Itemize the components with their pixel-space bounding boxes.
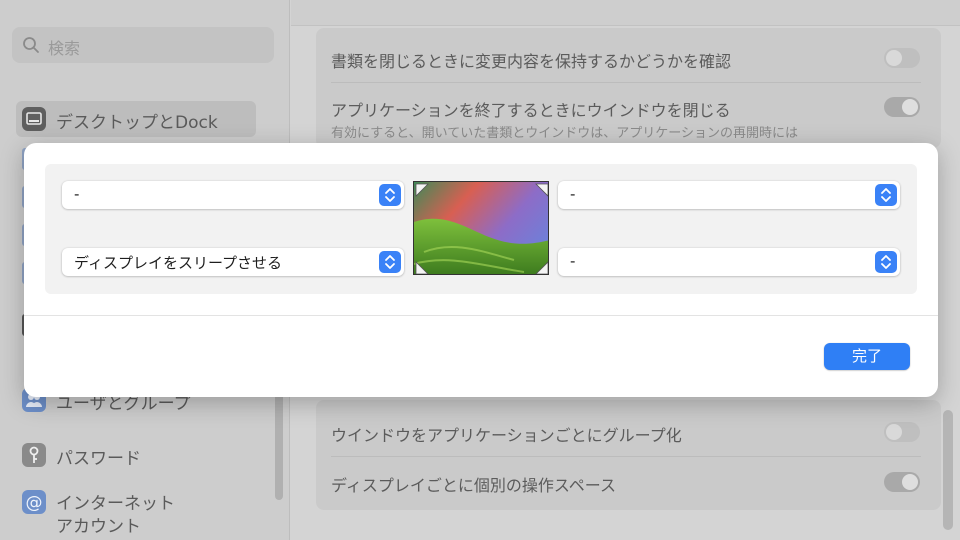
top-left-corner-select[interactable]: - xyxy=(62,181,404,209)
setting-close-windows-toggle[interactable] xyxy=(884,97,920,117)
sidebar-item-label: デスクトップとDock xyxy=(56,113,218,133)
selected-value: - xyxy=(570,185,576,203)
selected-value: - xyxy=(570,252,576,270)
sidebar-scrollbar[interactable] xyxy=(275,390,283,500)
search-icon xyxy=(23,37,39,53)
hot-corners-sheet: - ディスプレイをスリープさせる - - 完了 xyxy=(24,143,938,397)
bottom-right-corner-select[interactable]: - xyxy=(558,248,900,276)
sidebar-item-label: パスワード xyxy=(56,449,141,469)
divider xyxy=(331,82,921,83)
setting-group-windows-label: ウインドウをアプリケーションごとにグループ化 xyxy=(331,426,682,445)
sidebar-item-passwords[interactable]: パスワード xyxy=(16,437,256,473)
sidebar-item-label-line2: アカウント xyxy=(56,517,141,537)
chevron-up-down-icon xyxy=(875,184,897,206)
key-icon xyxy=(22,443,46,467)
sidebar-item-desktop-dock[interactable]: デスクトップとDock xyxy=(16,101,256,137)
setting-separate-spaces-toggle[interactable] xyxy=(884,472,920,492)
sheet-divider xyxy=(24,315,938,316)
toolbar-area xyxy=(291,0,960,26)
chevron-up-down-icon xyxy=(379,184,401,206)
bottom-left-corner-select[interactable]: ディスプレイをスリープさせる xyxy=(62,248,404,276)
setting-close-windows-description: 有効にすると、開いていた書類とウインドウは、アプリケーションの再開時には xyxy=(331,126,798,141)
desktop-preview-image xyxy=(413,181,549,275)
top-right-corner-select[interactable]: - xyxy=(558,181,900,209)
setting-separate-spaces-label: ディスプレイごとに個別の操作スペース xyxy=(331,476,616,495)
setting-close-windows-label: アプリケーションを終了するときにウインドウを閉じる xyxy=(331,101,731,120)
setting-ask-keep-changes-toggle[interactable] xyxy=(884,48,920,68)
search-placeholder: 検索 xyxy=(48,39,81,58)
chevron-up-down-icon xyxy=(379,251,401,273)
divider xyxy=(331,456,921,457)
done-button[interactable]: 完了 xyxy=(824,343,910,370)
hot-corners-panel: - ディスプレイをスリープさせる - - xyxy=(45,164,917,294)
content-scrollbar[interactable] xyxy=(943,410,953,530)
desktop-dock-icon xyxy=(22,107,46,131)
search-field[interactable]: 検索 xyxy=(12,27,274,63)
selected-value: ディスプレイをスリープさせる xyxy=(74,254,283,272)
chevron-up-down-icon xyxy=(875,251,897,273)
setting-ask-keep-changes-label: 書類を閉じるときに変更内容を保持するかどうかを確認 xyxy=(331,52,732,71)
setting-group-windows-toggle[interactable] xyxy=(884,422,920,442)
sidebar-item-label: インターネット xyxy=(56,494,175,514)
sidebar-item-internet-accounts[interactable]: @ インターネット アカウント xyxy=(16,482,256,537)
at-sign-icon: @ xyxy=(22,490,46,514)
svg-text:@: @ xyxy=(26,493,43,513)
selected-value: - xyxy=(74,185,80,203)
